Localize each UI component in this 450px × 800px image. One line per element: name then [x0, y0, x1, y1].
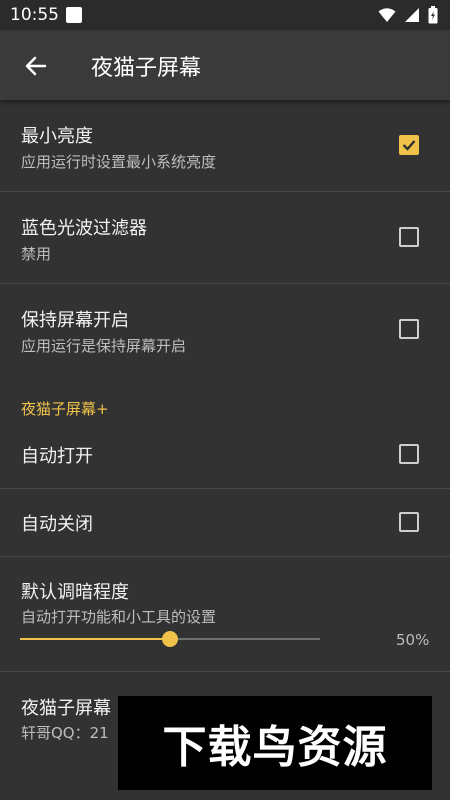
section-header-plus: 夜猫子屏幕+: [21, 400, 109, 418]
back-arrow-icon: [25, 56, 47, 76]
wifi-icon: [378, 8, 396, 22]
setting-title: 自动打开: [21, 446, 93, 467]
setting-title: 保持屏幕开启: [21, 310, 129, 331]
page-title: 夜猫子屏幕: [91, 56, 202, 81]
check-icon: [402, 140, 416, 151]
setting-title: 最小亮度: [21, 126, 93, 147]
dim-slider-thumb[interactable]: [162, 631, 178, 647]
setting-min-brightness[interactable]: 最小亮度 应用运行时设置最小系统亮度: [0, 100, 450, 192]
dim-value-label: 50%: [396, 631, 430, 649]
status-time: 10:55: [10, 5, 59, 25]
setting-subtitle: 禁用: [21, 245, 52, 263]
signal-icon: [405, 8, 419, 22]
setting-subtitle: 应用运行是保持屏幕开启: [21, 337, 187, 355]
back-button[interactable]: [20, 50, 52, 82]
about-subtitle: 轩哥QQ：21: [21, 724, 109, 742]
app-bar: 夜猫子屏幕: [0, 30, 450, 100]
notification-icon: [66, 7, 82, 23]
setting-blue-light-filter[interactable]: 蓝色光波过滤器 禁用: [0, 192, 450, 284]
about-title: 夜猫子屏幕: [21, 698, 111, 719]
dim-slider-fill: [20, 638, 170, 640]
auto-close-checkbox[interactable]: [399, 512, 419, 532]
setting-auto-open[interactable]: 自动打开: [0, 421, 450, 489]
blue-light-filter-checkbox[interactable]: [399, 227, 419, 247]
setting-title: 默认调暗程度: [21, 582, 129, 603]
setting-default-dim-level: 默认调暗程度 自动打开功能和小工具的设置: [0, 557, 450, 672]
setting-auto-close[interactable]: 自动关闭: [0, 489, 450, 557]
setting-title: 蓝色光波过滤器: [21, 218, 147, 239]
setting-subtitle: 自动打开功能和小工具的设置: [21, 608, 217, 626]
setting-subtitle: 应用运行时设置最小系统亮度: [21, 153, 217, 171]
setting-title: 自动关闭: [21, 514, 93, 535]
min-brightness-checkbox[interactable]: [399, 135, 419, 155]
watermark-banner: 下载鸟资源: [118, 696, 432, 790]
setting-keep-screen-on[interactable]: 保持屏幕开启 应用运行是保持屏幕开启: [0, 284, 450, 374]
dim-slider[interactable]: [20, 631, 320, 647]
status-icons: [378, 6, 438, 24]
auto-open-checkbox[interactable]: [399, 444, 419, 464]
keep-screen-on-checkbox[interactable]: [399, 319, 419, 339]
status-bar: 10:55: [0, 0, 450, 30]
battery-icon: [428, 6, 438, 24]
